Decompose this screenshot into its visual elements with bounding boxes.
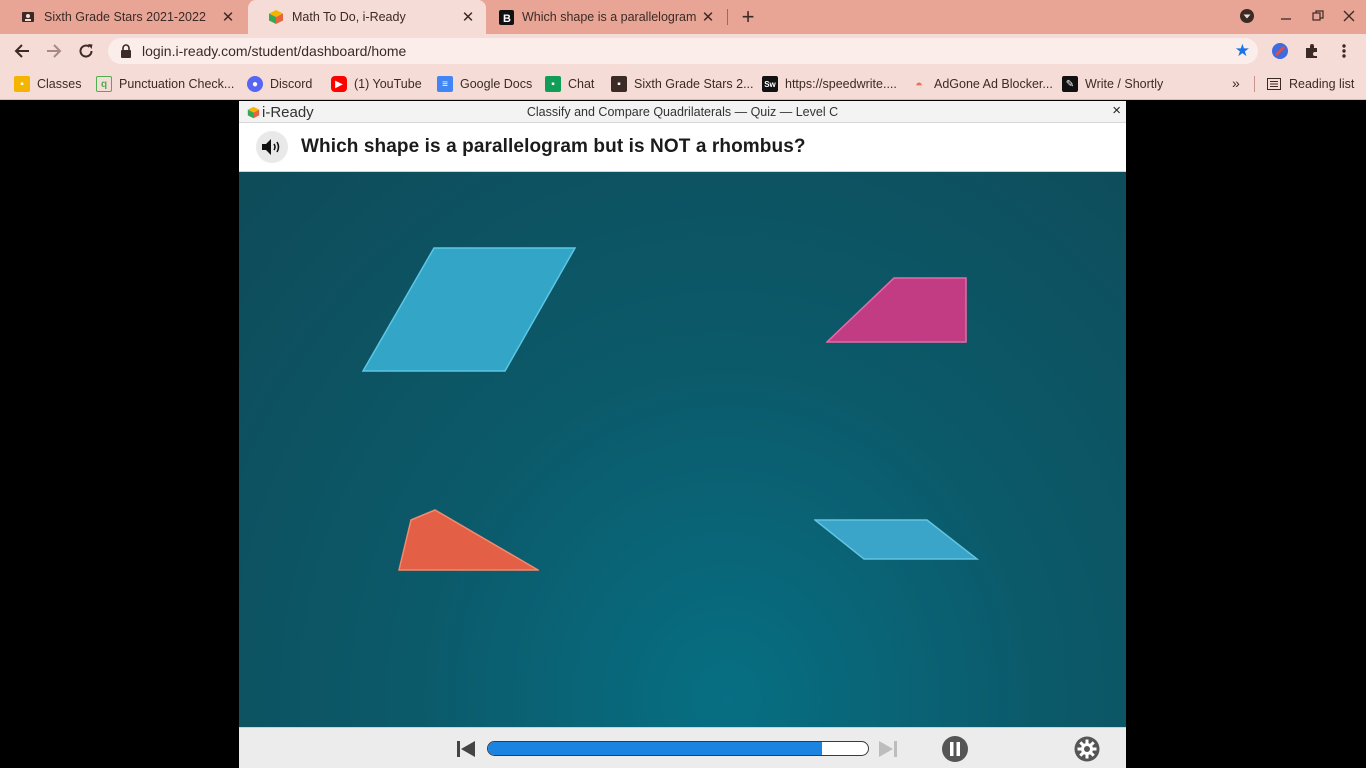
- classroom-icon: ▪: [611, 76, 627, 92]
- tab-sixth-grade-stars[interactable]: Sixth Grade Stars 2021-2022 ✕: [0, 0, 246, 34]
- more-bookmarks-button[interactable]: »: [1232, 75, 1240, 91]
- lesson-controls: [239, 727, 1126, 768]
- tab-title: Which shape is a parallelogram: [522, 10, 697, 24]
- bookmark-classes[interactable]: ▪ Classes: [14, 75, 81, 93]
- progress-bar: [487, 741, 869, 756]
- tab-close-icon[interactable]: ✕: [698, 7, 718, 27]
- reading-list-icon: [1266, 76, 1282, 92]
- extensions-puzzle-icon[interactable]: [1302, 41, 1322, 61]
- tab-separator: [727, 9, 728, 25]
- minimize-icon[interactable]: [1273, 4, 1299, 28]
- browser-menu-icon[interactable]: [1334, 41, 1354, 61]
- back-button[interactable]: [10, 39, 34, 63]
- iready-icon: [268, 9, 284, 25]
- tab-math-to-do[interactable]: Math To Do, i-Ready ✕: [248, 0, 486, 34]
- bookmark-label: Write / Shortly: [1085, 77, 1164, 91]
- pause-button[interactable]: [940, 734, 970, 764]
- bookmark-write-shortly[interactable]: ✎ Write / Shortly: [1062, 75, 1163, 93]
- bookmark-label: https://speedwrite....: [785, 77, 897, 91]
- speaker-icon[interactable]: [256, 131, 288, 163]
- tab-close-icon[interactable]: ✕: [458, 7, 478, 27]
- lock-icon: [120, 44, 132, 58]
- url-text: login.i-ready.com/student/dashboard/home: [142, 43, 407, 59]
- bookmark-label: Google Docs: [460, 77, 533, 91]
- lesson-header: i-Ready Classify and Compare Quadrilater…: [239, 101, 1126, 123]
- restore-icon[interactable]: [1305, 4, 1331, 28]
- next-icon[interactable]: [877, 738, 899, 760]
- bookmark-label: Sixth Grade Stars 2...: [634, 77, 754, 91]
- bookmark-chat[interactable]: ▪ Chat: [545, 75, 594, 93]
- previous-icon[interactable]: [455, 738, 477, 760]
- answer-stage: [239, 172, 1126, 727]
- tab-title: Sixth Grade Stars 2021-2022: [44, 10, 206, 24]
- bookmark-google-docs[interactable]: ≡ Google Docs: [437, 75, 532, 93]
- close-window-icon[interactable]: [1336, 4, 1362, 28]
- reading-list-button[interactable]: Reading list: [1266, 75, 1354, 93]
- bookmark-star-icon[interactable]: ★: [1235, 41, 1250, 61]
- bookmark-youtube[interactable]: ▶ (1) YouTube: [331, 75, 422, 93]
- close-lesson-button[interactable]: ×: [1112, 102, 1121, 119]
- question-bar: Which shape is a parallelogram but is NO…: [239, 123, 1126, 172]
- bookmark-label: Classes: [37, 77, 82, 91]
- brainly-icon: B: [498, 9, 514, 25]
- browser-toolbar: login.i-ready.com/student/dashboard/home…: [0, 34, 1366, 68]
- tab-which-shape[interactable]: B Which shape is a parallelogram ✕: [486, 0, 726, 34]
- bookmark-speedwrite[interactable]: Sw https://speedwrite....: [762, 75, 897, 93]
- reload-button[interactable]: [74, 39, 98, 63]
- youtube-icon: ▶: [331, 76, 347, 92]
- chat-icon: ▪: [545, 76, 561, 92]
- bookmark-sixth-grade-stars[interactable]: ▪ Sixth Grade Stars 2...: [611, 75, 754, 93]
- tab-search-icon[interactable]: [1234, 4, 1260, 28]
- bookmark-label: Discord: [270, 77, 313, 91]
- bookmark-label: Chat: [568, 77, 595, 91]
- question-text: Which shape is a parallelogram but is NO…: [301, 136, 806, 157]
- speedwrite-icon: Sw: [762, 76, 778, 92]
- bookmarks-divider: [1254, 76, 1255, 92]
- settings-gear-icon[interactable]: [1073, 735, 1101, 763]
- tab-close-icon[interactable]: ✕: [218, 7, 238, 27]
- lesson-frame: i-Ready Classify and Compare Quadrilater…: [239, 101, 1126, 768]
- parallelogram-shape[interactable]: [814, 519, 979, 561]
- reading-list-label: Reading list: [1289, 77, 1355, 91]
- docs-icon: ≡: [437, 76, 453, 92]
- svg-text:B: B: [503, 13, 511, 25]
- adgone-icon: ◓: [915, 76, 923, 92]
- bookmarks-bar: ▪ Classes q Punctuation Check... ● Disco…: [0, 68, 1366, 100]
- search-doc-icon: q: [96, 76, 112, 92]
- quadrilateral-shape[interactable]: [397, 509, 539, 572]
- new-tab-button[interactable]: +: [736, 4, 760, 29]
- rhombus-shape[interactable]: [362, 247, 576, 373]
- bookmark-label: Punctuation Check...: [119, 77, 235, 91]
- shortly-icon: ✎: [1062, 76, 1078, 92]
- bookmark-discord[interactable]: ● Discord: [247, 75, 312, 93]
- extension-globe-icon[interactable]: [1270, 41, 1290, 61]
- tab-title: Math To Do, i-Ready: [292, 10, 406, 24]
- bookmark-punctuation-check[interactable]: q Punctuation Check...: [96, 75, 234, 93]
- classroom-icon: [20, 9, 36, 25]
- progress-fill: [488, 742, 823, 755]
- lesson-title: Classify and Compare Quadrilaterals — Qu…: [526, 105, 839, 119]
- bookmark-label: (1) YouTube: [354, 77, 422, 91]
- bookmark-adgone[interactable]: ◓ AdGone Ad Blocker...: [911, 75, 1053, 93]
- bookmark-label: AdGone Ad Blocker...: [934, 77, 1053, 91]
- forward-button[interactable]: [42, 39, 66, 63]
- classroom-icon: ▪: [14, 76, 30, 92]
- discord-icon: ●: [247, 76, 263, 92]
- trapezoid-shape[interactable]: [826, 277, 967, 343]
- address-bar[interactable]: login.i-ready.com/student/dashboard/home…: [108, 38, 1258, 64]
- browser-tabstrip: Sixth Grade Stars 2021-2022 ✕ Math To Do…: [0, 0, 1366, 34]
